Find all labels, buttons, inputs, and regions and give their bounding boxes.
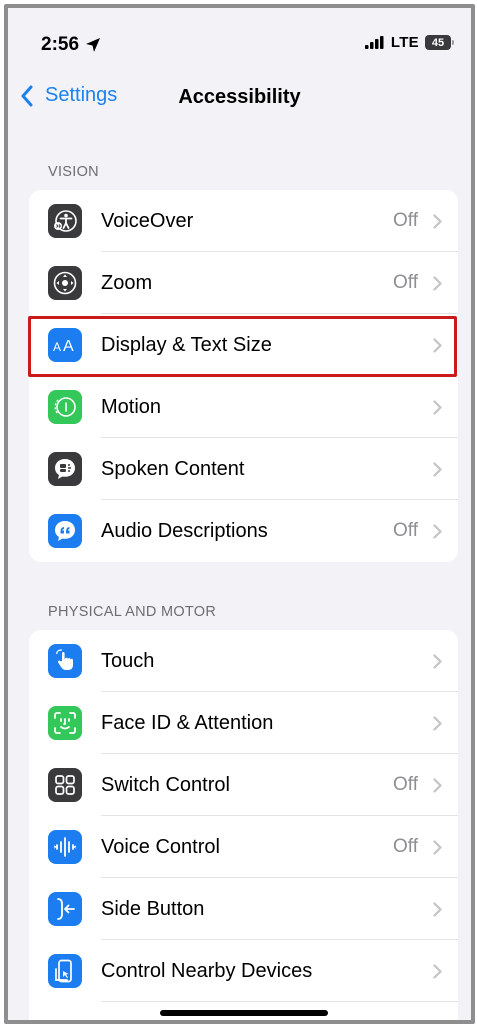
nearby-devices-icon	[48, 954, 82, 988]
row-label: Control Nearby Devices	[101, 959, 313, 982]
audio-descriptions-icon	[48, 514, 82, 548]
row-label: Touch	[101, 649, 155, 672]
battery-level: 45	[431, 36, 445, 49]
network-label: LTE	[390, 34, 419, 51]
row-switch-control[interactable]: Switch Control Off	[29, 754, 458, 816]
voice-control-icon	[48, 830, 82, 864]
text-size-icon: A A	[48, 328, 82, 362]
row-spoken-content[interactable]: Spoken Content	[29, 438, 458, 500]
row-label: Side Button	[101, 897, 205, 920]
home-indicator	[160, 1010, 328, 1016]
location-arrow-icon	[86, 38, 101, 52]
chevron-right-icon	[433, 338, 442, 353]
chevron-right-icon	[433, 778, 442, 793]
physical-motor-group: Touch Face ID & Attention Switch Control…	[29, 630, 458, 1020]
row-audio-descriptions[interactable]: Audio Descriptions Off	[29, 500, 458, 562]
battery-icon: 45	[425, 35, 454, 50]
chevron-right-icon	[433, 462, 442, 477]
row-label: Switch Control	[101, 773, 230, 796]
chevron-right-icon	[433, 654, 442, 669]
separator	[101, 1001, 458, 1002]
chevron-right-icon	[433, 716, 442, 731]
row-value: Off	[393, 836, 418, 857]
phone-frame: 2:56 LTE 45 Settings Accessibility VISIO…	[4, 4, 475, 1024]
row-label: Audio Descriptions	[101, 519, 268, 542]
svg-text:A: A	[53, 340, 61, 354]
row-value: Off	[393, 272, 418, 293]
section-header-physical-motor: PHYSICAL AND MOTOR	[48, 604, 217, 620]
vision-group: VoiceOver Off Zoom Off A A Display & Tex…	[29, 190, 458, 562]
row-label: Display & Text Size	[101, 333, 272, 356]
chevron-right-icon	[433, 276, 442, 291]
row-value: Off	[393, 774, 418, 795]
row-value: Off	[393, 520, 418, 541]
section-header-vision: VISION	[48, 164, 99, 180]
side-button-icon	[48, 892, 82, 926]
switch-control-icon	[48, 768, 82, 802]
row-zoom[interactable]: Zoom Off	[29, 252, 458, 314]
row-display-text-size[interactable]: A A Display & Text Size	[29, 314, 458, 376]
status-time: 2:56	[41, 34, 101, 56]
row-label: Spoken Content	[101, 457, 245, 480]
row-control-nearby-devices[interactable]: Control Nearby Devices	[29, 940, 458, 1002]
chevron-right-icon	[433, 964, 442, 979]
row-label: VoiceOver	[101, 209, 194, 232]
row-motion[interactable]: Motion	[29, 376, 458, 438]
time-label: 2:56	[41, 34, 80, 55]
signal-icon	[364, 36, 384, 49]
row-value: Off	[393, 210, 418, 231]
chevron-right-icon	[433, 902, 442, 917]
touch-icon	[48, 644, 82, 678]
row-label: Face ID & Attention	[101, 711, 274, 734]
face-id-icon	[48, 706, 82, 740]
chevron-right-icon	[433, 214, 442, 229]
voiceover-icon	[48, 204, 82, 238]
row-label: Motion	[101, 395, 162, 418]
row-touch[interactable]: Touch	[29, 630, 458, 692]
row-face-id-attention[interactable]: Face ID & Attention	[29, 692, 458, 754]
spoken-content-icon	[48, 452, 82, 486]
row-voiceover[interactable]: VoiceOver Off	[29, 190, 458, 252]
row-label: Zoom	[101, 271, 153, 294]
page-title: Accessibility	[178, 86, 301, 108]
row-label: Voice Control	[101, 835, 220, 858]
row-voice-control[interactable]: Voice Control Off	[29, 816, 458, 878]
chevron-right-icon	[433, 400, 442, 415]
svg-text:A: A	[63, 338, 74, 355]
chevron-right-icon	[433, 524, 442, 539]
status-indicators: LTE 45	[364, 34, 454, 51]
chevron-right-icon	[433, 840, 442, 855]
motion-icon	[48, 390, 82, 424]
zoom-icon	[48, 266, 82, 300]
row-side-button[interactable]: Side Button	[29, 878, 458, 940]
